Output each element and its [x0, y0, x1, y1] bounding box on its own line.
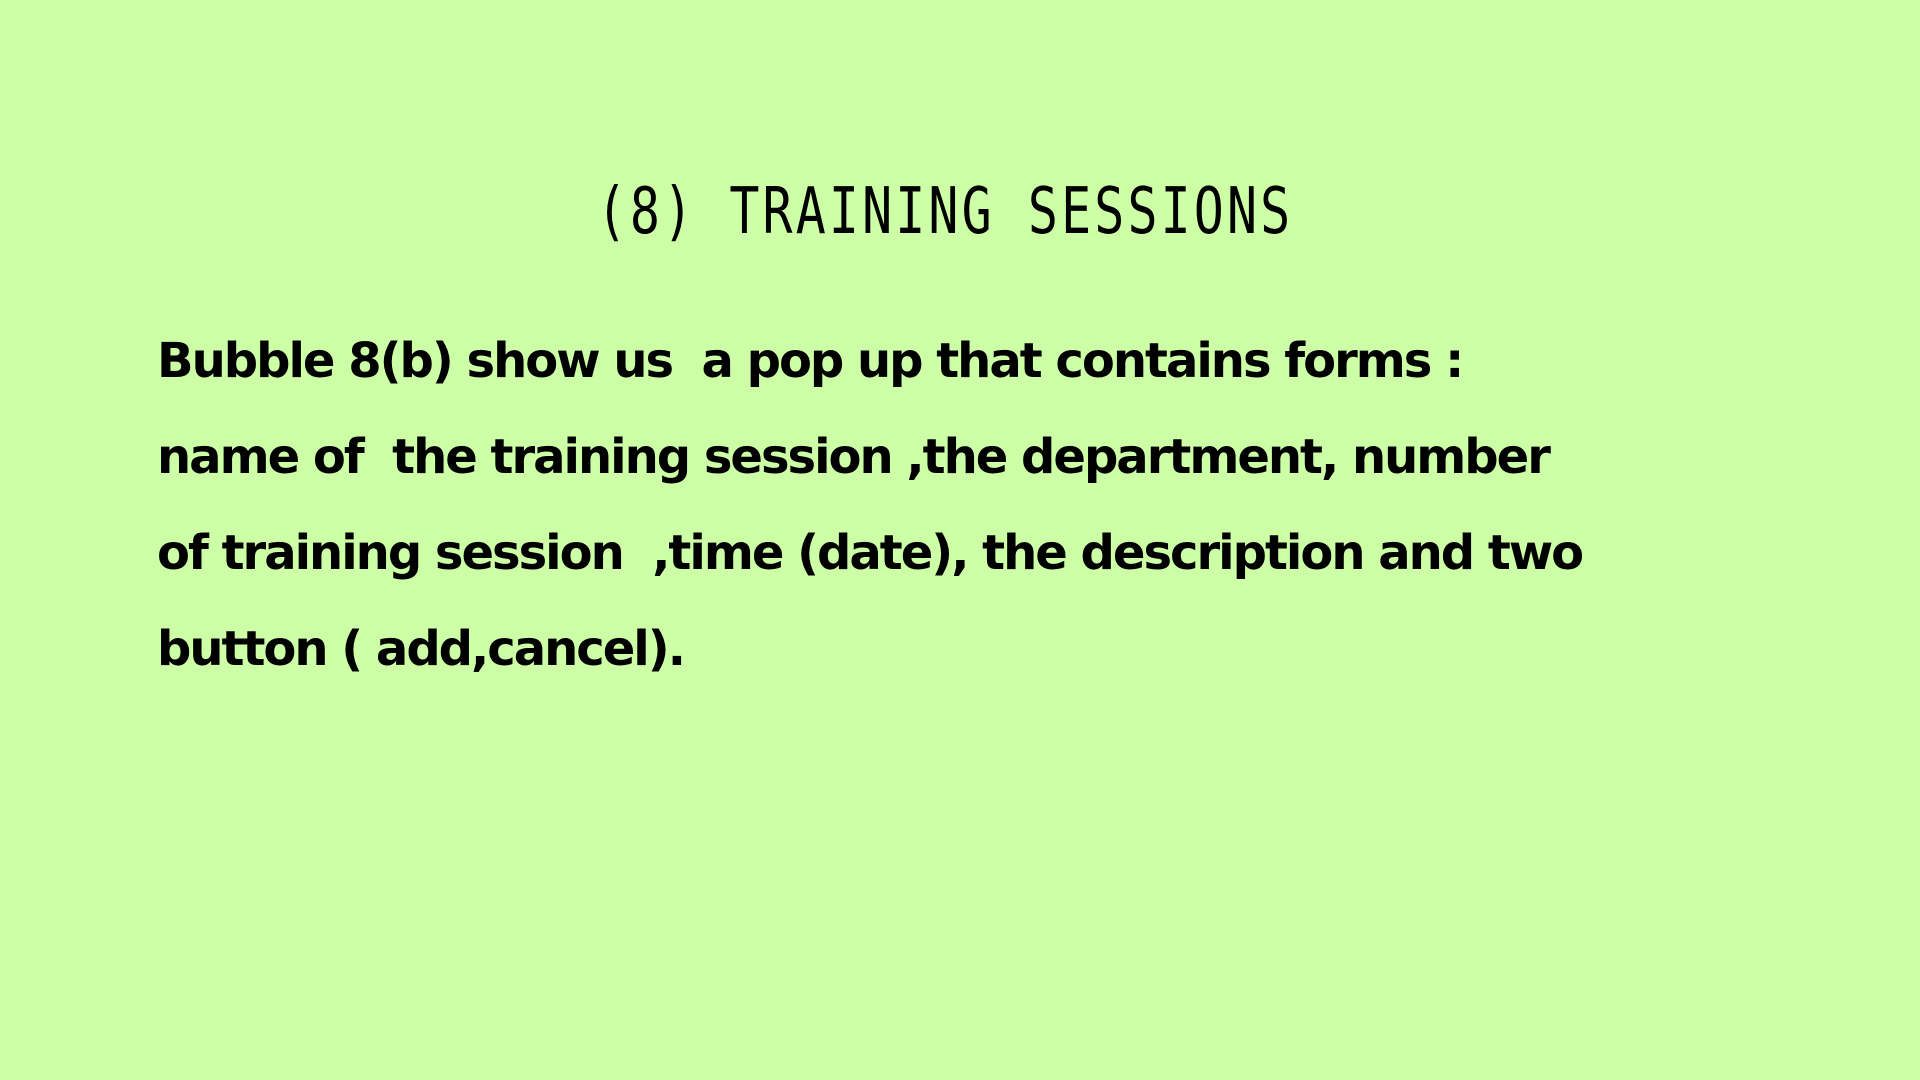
- body-line: button ( add,cancel).: [157, 621, 686, 677]
- slide-title: (8) TRAINING SESSIONS: [596, 175, 1294, 249]
- body-line: of training session ,time (date), the de…: [157, 525, 1584, 581]
- body-line: name of the training session ,the depart…: [157, 429, 1551, 485]
- body-line: Bubble 8(b) show us a pop up that contai…: [157, 333, 1464, 389]
- slide-body: Bubble 8(b) show us a pop up that contai…: [157, 313, 1797, 697]
- slide: (8) TRAINING SESSIONS Bubble 8(b) show u…: [0, 0, 1920, 1080]
